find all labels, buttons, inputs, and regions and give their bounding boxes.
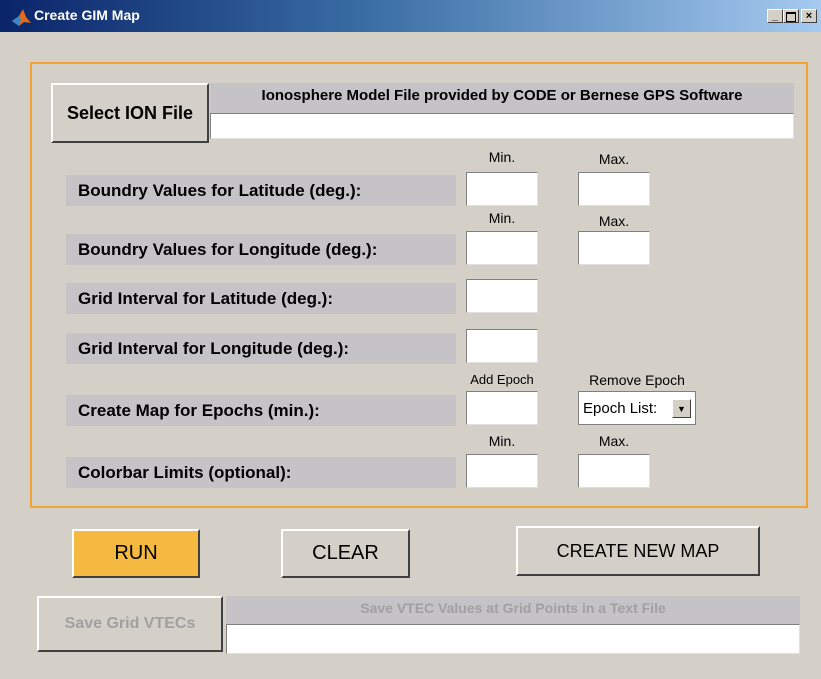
lon-grid-field[interactable] (466, 329, 538, 363)
colorbar-label: Colorbar Limits (optional): (66, 457, 456, 488)
select-ion-file-label: Select ION File (66, 102, 194, 123)
colorbar-min-field[interactable] (466, 454, 538, 488)
remove-epoch-caption: Remove Epoch (589, 372, 685, 388)
save-vtec-path-field[interactable] (226, 624, 800, 654)
lat-min-caption: Min. (488, 149, 516, 165)
save-vtec-header: Save VTEC Values at Grid Points in a Tex… (226, 596, 800, 624)
lat-grid-label: Grid Interval for Latitude (deg.): (66, 283, 456, 314)
lon-bounds-label: Boundry Values for Longitude (deg.): (66, 234, 456, 265)
lat-bounds-label: Boundry Values for Latitude (deg.): (66, 175, 456, 206)
maximize-button[interactable] (783, 9, 799, 23)
save-grid-vtecs-label: Save Grid VTECs (64, 615, 196, 632)
clear-button[interactable]: CLEAR (281, 529, 410, 578)
lon-min-caption: Min. (488, 210, 516, 226)
epoch-list-value: Epoch List: (583, 400, 658, 417)
maximize-icon (786, 12, 796, 22)
lon-grid-label: Grid Interval for Longitude (deg.): (66, 333, 456, 364)
run-label: RUN (114, 542, 158, 564)
lat-max-field[interactable] (578, 172, 650, 206)
select-ion-file-button[interactable]: Select ION File (51, 83, 209, 143)
minimize-button[interactable]: _ (767, 9, 783, 23)
ion-file-header: Ionosphere Model File provided by CODE o… (210, 83, 794, 113)
remove-epoch-select[interactable]: Epoch List: ▼ (578, 391, 696, 425)
lon-max-caption: Max. (598, 213, 630, 229)
clear-label: CLEAR (312, 542, 379, 564)
lat-max-caption: Max. (598, 151, 630, 167)
run-button[interactable]: RUN (72, 529, 200, 578)
lat-min-field[interactable] (466, 172, 538, 206)
save-grid-vtecs-button[interactable]: Save Grid VTECs (37, 596, 223, 652)
colorbar-max-field[interactable] (578, 454, 650, 488)
minimize-icon: _ (771, 10, 779, 22)
ion-file-path-field[interactable] (210, 113, 794, 139)
create-new-map-label: CREATE NEW MAP (556, 540, 720, 561)
epochs-label: Create Map for Epochs (min.): (66, 395, 456, 426)
epoch-dropdown-button[interactable]: ▼ (672, 399, 691, 418)
add-epoch-field[interactable] (466, 391, 538, 425)
window-title: Create GIM Map (34, 7, 140, 23)
close-icon: × (805, 10, 813, 22)
chevron-down-icon: ▼ (677, 403, 686, 414)
matlab-logo-icon (12, 9, 31, 26)
colorbar-min-caption: Min. (488, 433, 516, 449)
add-epoch-caption: Add Epoch (470, 372, 534, 387)
lat-grid-field[interactable] (466, 279, 538, 313)
lon-min-field[interactable] (466, 231, 538, 265)
create-new-map-button[interactable]: CREATE NEW MAP (516, 526, 760, 576)
colorbar-max-caption: Max. (598, 433, 630, 449)
close-button[interactable]: × (801, 9, 817, 23)
lon-max-field[interactable] (578, 231, 650, 265)
